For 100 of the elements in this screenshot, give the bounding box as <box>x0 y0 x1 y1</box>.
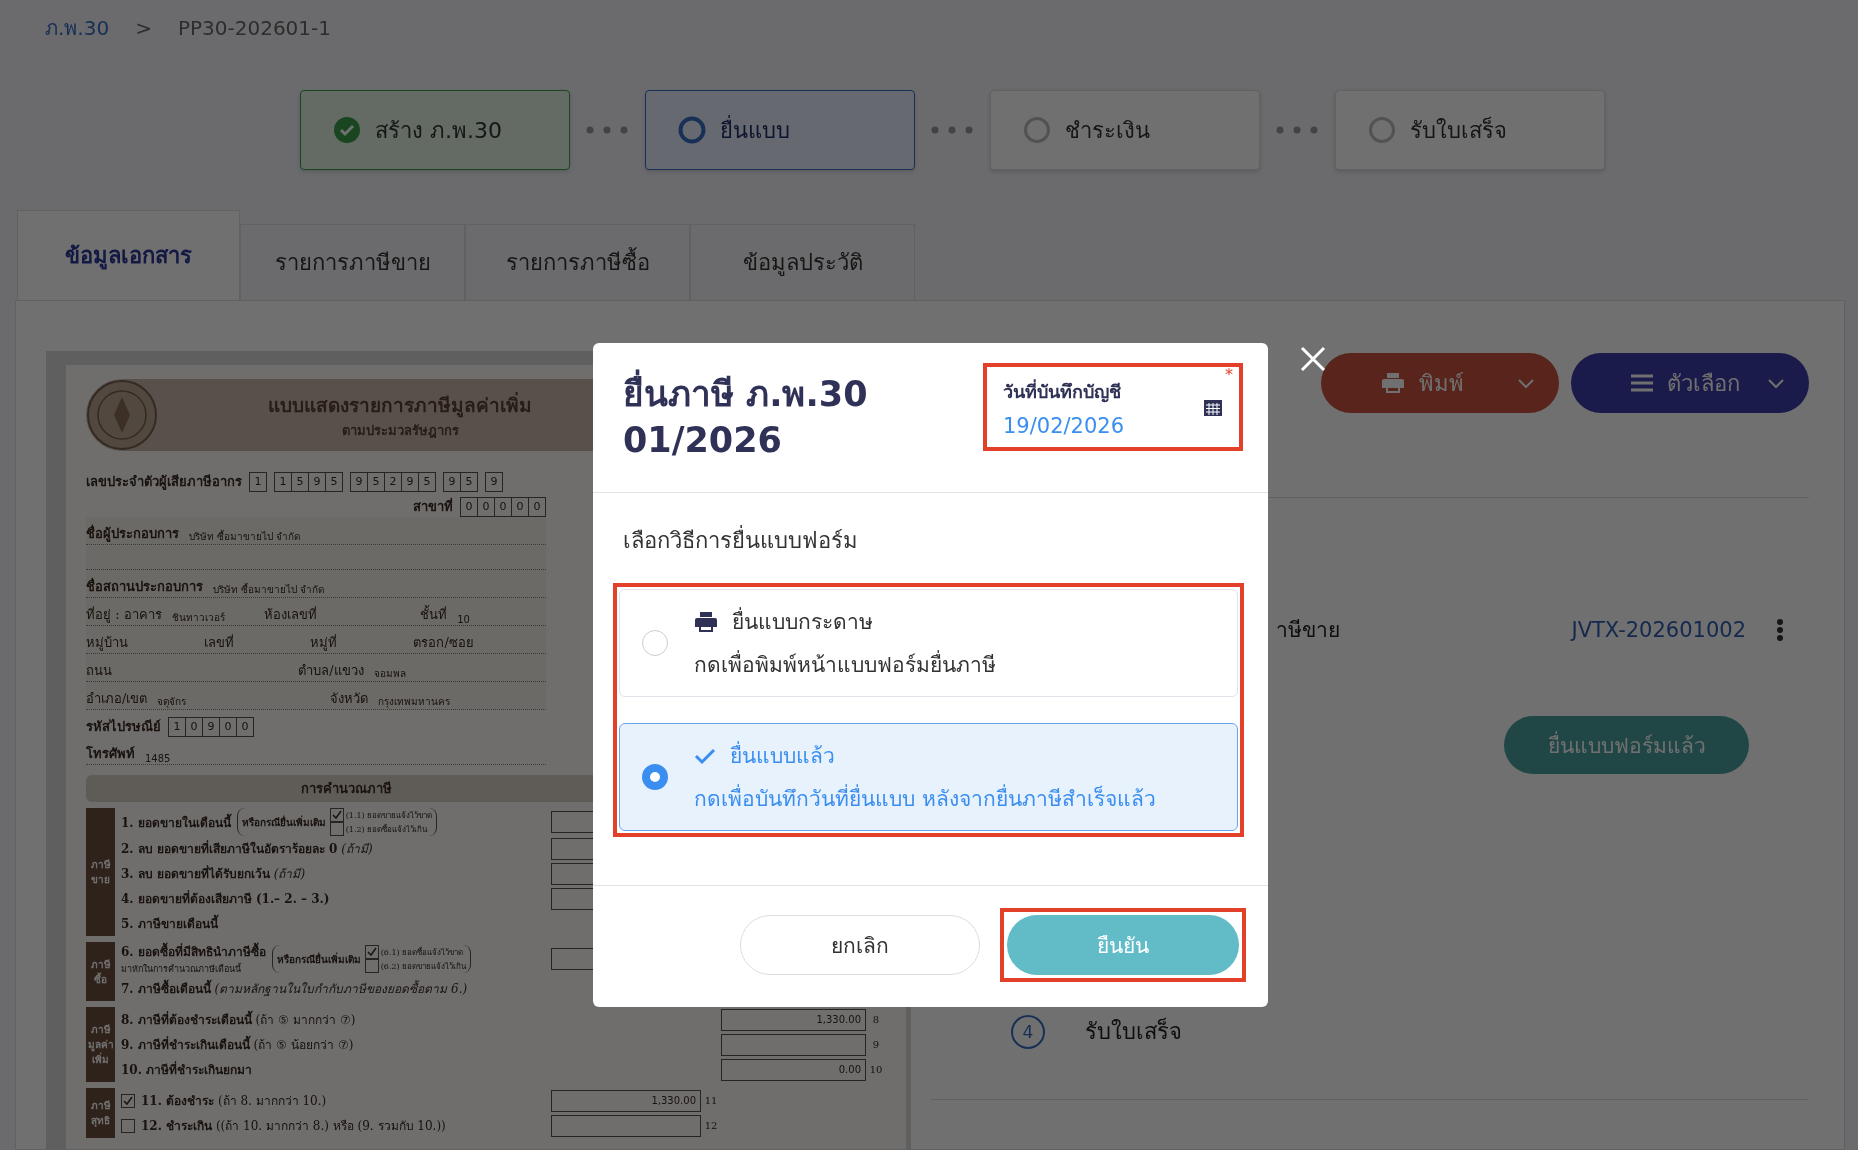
row-text: 6. ยอดซื้อที่มีสิทธินำภาษีซื้อ มาหักในการคำนวณภาษีเดือนนี้ <box>121 942 266 976</box>
digit-box: 9 <box>485 471 503 492</box>
digit-box: 0 <box>236 716 254 737</box>
field-label: ชั้นที่ <box>420 604 448 624</box>
digit-box: 1 <box>274 471 292 492</box>
line-number: 10 <box>868 1064 884 1075</box>
printer-icon <box>694 609 718 634</box>
radio[interactable] <box>642 764 668 790</box>
digit-box: 9 <box>202 716 220 737</box>
step-label: สร้าง ภ.พ.30 <box>375 116 502 145</box>
close-button[interactable] <box>1298 344 1328 374</box>
document-link[interactable]: JVTX-202601002 <box>1571 617 1746 642</box>
row-text: 5. ภาษีขายเดือนนี้ <box>121 914 218 933</box>
field-value: 19/02/2026 <box>1003 413 1125 438</box>
tab[interactable]: รายการภาษีขาย <box>240 224 465 300</box>
menu-icon <box>1631 374 1653 392</box>
field-label: หมู่บ้าน <box>86 634 128 653</box>
print-button[interactable]: พิมพ์ <box>1321 353 1559 413</box>
side-label: ภาษี ขาย <box>86 808 115 936</box>
field-label: ชื่อผู้ประกอบการ <box>86 523 179 544</box>
row-text: 1. ยอดขายในเดือนนี้ <box>121 812 231 832</box>
digit-box: 9 <box>350 471 368 492</box>
tab[interactable]: ข้อมูลเอกสาร <box>17 210 240 300</box>
field-value: บริษัท ซื้อมาขายไป จำกัด <box>188 529 302 544</box>
field-label: อำเภอ/เขต <box>86 690 148 708</box>
radio[interactable] <box>642 630 668 656</box>
row-text: 11. ต้องชำระ (ถ้า 8. มากกว่า 10.) <box>141 1093 327 1110</box>
check-icon <box>694 746 716 765</box>
digit-box: 0 <box>185 716 203 737</box>
filed-button[interactable]: ยื่นแบบฟอร์มแล้ว <box>1504 716 1749 774</box>
circle-icon <box>1368 116 1396 144</box>
breadcrumb-current: PP30-202601-1 <box>177 16 331 40</box>
option-card[interactable]: ยื่นแบบกระดาษ กดเพื่อพิมพ์หน้าแบบฟอร์มยื่นภาษี <box>619 589 1238 697</box>
row-text: 4. ยอดขายที่ต้องเสียภาษี (1.– 2. – 3.) <box>121 889 330 908</box>
option-card[interactable]: ยื่นแบบแล้ว กดเพื่อบันทึกวันที่ยื่นแบบ หลังจากยื่นภาษีสำเร็จแล้ว <box>619 723 1238 831</box>
option-label: (1.2) ยอดซื้อแจ้งไว้เกิน <box>345 823 428 836</box>
date-field[interactable]: วันที่บันทึกบัญชี 19/02/2026 * <box>983 363 1243 451</box>
line-number: 9 <box>871 1039 881 1050</box>
digit-box: 5 <box>367 471 385 492</box>
tab[interactable]: รายการภาษีซื้อ <box>465 224 690 300</box>
field-label: เลขประจำตัวผู้เสียภาษีอากร <box>86 473 242 492</box>
digit-box: 9 <box>401 471 419 492</box>
field-label: สาขาที่ <box>413 496 453 516</box>
breadcrumb-separator: > <box>135 16 152 40</box>
options-button[interactable]: ตัวเลือก <box>1571 353 1809 413</box>
field-label: ที่อยู่ : อาคาร <box>86 605 162 625</box>
field-label: หมู่ที่ <box>310 633 338 653</box>
field-label: โทรศัพท์ <box>86 745 135 763</box>
line-number: 12 <box>703 1120 719 1131</box>
option-label: (6.2) ยอดขายแจ้งไว้เกิน <box>380 960 467 973</box>
printer-icon <box>1381 371 1405 395</box>
option-description: กดเพื่อพิมพ์หน้าแบบฟอร์มยื่นภาษี <box>694 648 996 681</box>
breadcrumb-link[interactable]: ภ.พ.30 <box>45 12 110 44</box>
digit-box: 1 <box>168 716 186 737</box>
digit-box: 0 <box>219 716 237 737</box>
step-label: ชำระเงิน <box>1065 116 1150 145</box>
amount-box: 1,330.00 <box>551 1089 701 1112</box>
row-text: 9. ภาษีที่ชำระเกินเดือนนี้ (ถ้า ⑤ น้อยกว่า ⑦) <box>121 1035 354 1054</box>
field-label: ห้องเลขที่ <box>264 605 318 624</box>
row-text: 7. ภาษีซื้อเดือนนี้ (ตามหลักฐานในใบกำกับภาษีของยอดซื้อตาม 6.) <box>121 979 468 998</box>
side-label: ภาษี สุทธิ <box>86 1088 115 1138</box>
step-label: ยื่นแบบ <box>720 114 790 145</box>
side-label: ภาษี มูลค่า เพิ่ม <box>86 1007 115 1082</box>
digit-box: 9 <box>308 471 326 492</box>
circle-icon <box>678 116 706 144</box>
section-label: เลือกวิธีการยื่นแบบฟอร์ม <box>623 523 1244 558</box>
field-value: บริษัท ซื้อมาขายไป จำกัด <box>212 582 326 597</box>
chevron-down-icon <box>1517 377 1535 389</box>
field-label: ตรอก/ซอย <box>413 634 474 652</box>
circle-icon <box>1023 116 1051 144</box>
more-icon[interactable] <box>1776 618 1784 641</box>
amount-box: 0.00 <box>721 1058 866 1081</box>
option-title: ยื่นแบบแล้ว <box>730 739 835 772</box>
cancel-button[interactable]: ยกเลิก <box>740 915 980 975</box>
field-label: จังหวัด <box>329 690 368 708</box>
digit-box: 5 <box>460 471 478 492</box>
row-text: 10. ภาษีที่ชำระเกินยกมา <box>121 1060 253 1079</box>
digit-box: 0 <box>477 496 495 517</box>
row-text: 12. ชำระเกิน ((ถ้า 10. มากกว่า 8.) หรือ (9. รวมกับ 10.)) <box>141 1118 446 1135</box>
option-label: (1.1) ยอดขายแจ้งไว้ขาด <box>345 809 433 822</box>
digit-box: 0 <box>494 496 512 517</box>
row-text: 2. ลบ ยอดขายที่เสียภาษีในอัตราร้อยละ 0 (ถ้ามี) <box>121 839 373 858</box>
required-mark: * <box>1225 365 1233 384</box>
check-circle-icon <box>333 116 361 144</box>
confirm-button[interactable]: ยืนยัน <box>1007 915 1239 975</box>
digit-box: 2 <box>384 471 402 492</box>
digit-box: 0 <box>511 496 529 517</box>
row-label: าษีขาย <box>1276 617 1341 644</box>
field-value: 10 <box>456 614 471 625</box>
field-label: ถนน <box>86 662 112 680</box>
field-label: วันที่บันทึกบัญชี <box>1003 378 1122 405</box>
calendar-icon <box>1203 397 1223 417</box>
field-label: ตำบล/แขวง <box>298 662 364 680</box>
chevron-down-icon <box>1767 377 1785 389</box>
tab[interactable]: ข้อมูลประวัติ <box>690 224 915 300</box>
field-value: ชินทาวเวอร์ <box>170 611 226 625</box>
step-label: รับใบเสร็จ <box>1085 1016 1182 1046</box>
digit-box: 5 <box>291 471 309 492</box>
field-label: เลขที่ <box>204 633 235 652</box>
row-text: 3. ลบ ยอดขายที่ได้รับยกเว้น (ถ้ามี) <box>121 864 306 883</box>
